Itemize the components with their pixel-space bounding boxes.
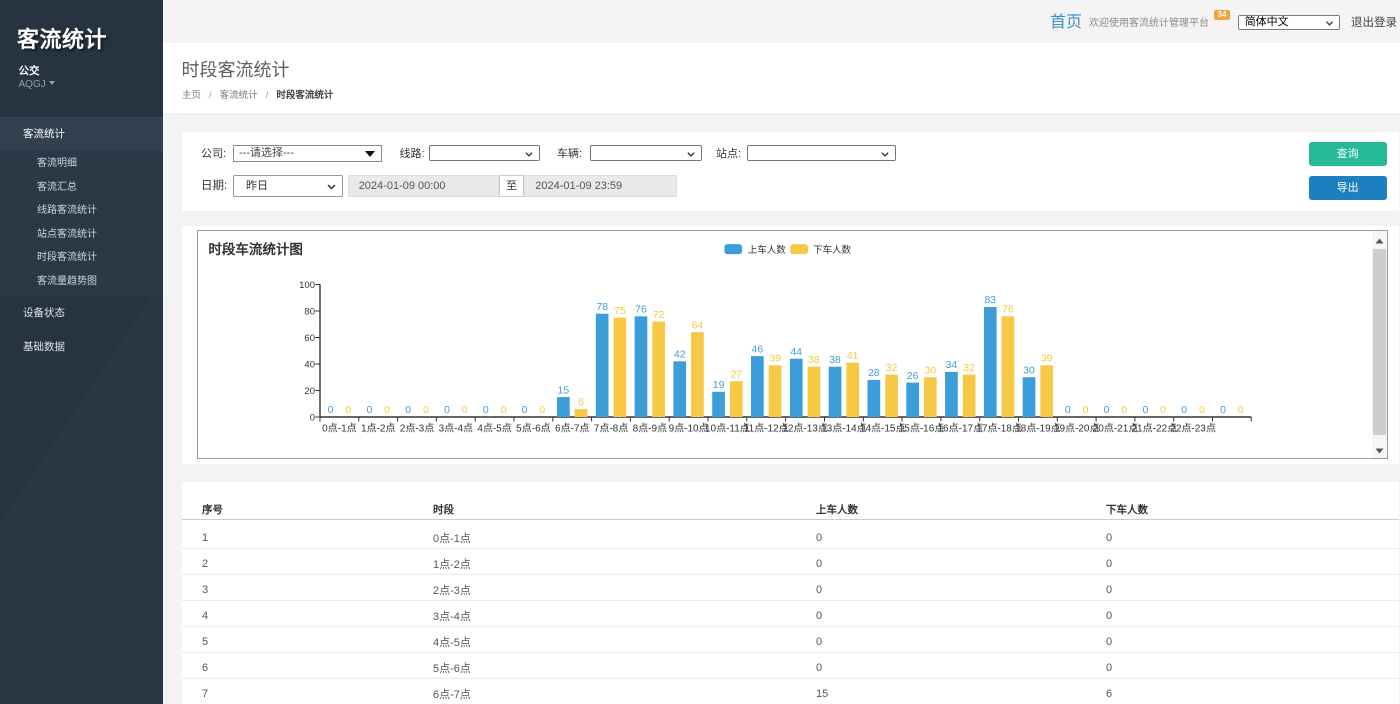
- svg-text:0: 0: [444, 404, 450, 416]
- svg-text:8点-9点: 8点-9点: [633, 423, 667, 435]
- svg-text:0: 0: [1181, 404, 1187, 416]
- svg-text:80: 80: [304, 307, 315, 318]
- svg-text:15: 15: [558, 385, 570, 397]
- svg-text:0: 0: [384, 404, 390, 416]
- svg-text:100: 100: [299, 280, 315, 291]
- svg-text:0: 0: [366, 404, 372, 416]
- svg-text:6点-7点: 6点-7点: [555, 423, 589, 435]
- svg-text:0: 0: [310, 413, 315, 424]
- svg-text:0: 0: [1220, 404, 1226, 416]
- svg-text:0点-1点: 0点-1点: [322, 423, 356, 435]
- svg-text:39: 39: [1041, 353, 1053, 365]
- svg-text:1点-2点: 1点-2点: [361, 423, 395, 435]
- svg-text:0: 0: [501, 404, 507, 416]
- svg-text:0: 0: [1104, 404, 1110, 416]
- svg-text:39: 39: [769, 353, 781, 365]
- svg-text:0: 0: [1083, 404, 1089, 416]
- svg-text:34: 34: [946, 359, 958, 371]
- svg-text:时段车流统计图: 时段车流统计图: [208, 241, 303, 257]
- svg-text:27: 27: [730, 369, 742, 381]
- svg-text:44: 44: [790, 346, 802, 358]
- svg-text:76: 76: [1002, 304, 1014, 316]
- svg-text:0: 0: [1121, 404, 1127, 416]
- svg-text:4点-5点: 4点-5点: [477, 423, 511, 435]
- svg-text:20: 20: [304, 386, 315, 397]
- svg-text:28: 28: [868, 367, 880, 379]
- svg-text:5点-6点: 5点-6点: [516, 423, 550, 435]
- svg-text:32: 32: [886, 362, 898, 374]
- svg-text:72: 72: [653, 309, 665, 321]
- svg-text:0: 0: [483, 404, 489, 416]
- svg-text:0: 0: [462, 404, 468, 416]
- svg-text:下车人数: 下车人数: [813, 244, 852, 256]
- svg-text:76: 76: [635, 304, 647, 316]
- svg-text:6: 6: [578, 396, 584, 408]
- svg-text:7点-8点: 7点-8点: [594, 423, 628, 435]
- svg-text:0: 0: [1199, 404, 1205, 416]
- svg-text:64: 64: [692, 320, 704, 332]
- svg-text:38: 38: [808, 354, 820, 366]
- svg-text:0: 0: [328, 404, 334, 416]
- svg-text:0: 0: [1160, 404, 1166, 416]
- svg-text:上车人数: 上车人数: [748, 244, 787, 256]
- svg-text:60: 60: [304, 333, 315, 344]
- svg-text:42: 42: [674, 349, 686, 361]
- svg-text:19: 19: [713, 379, 725, 391]
- svg-text:78: 78: [596, 301, 608, 313]
- svg-text:3点-4点: 3点-4点: [439, 423, 473, 435]
- svg-text:32: 32: [963, 362, 975, 374]
- svg-text:0: 0: [1238, 404, 1244, 416]
- svg-text:83: 83: [984, 294, 996, 306]
- svg-text:9点-10点: 9点-10点: [669, 423, 709, 435]
- svg-text:46: 46: [752, 344, 764, 356]
- svg-text:38: 38: [829, 354, 841, 366]
- svg-text:22点-23点: 22点-23点: [1170, 423, 1216, 435]
- svg-text:0: 0: [522, 404, 528, 416]
- svg-text:0: 0: [539, 404, 545, 416]
- svg-text:30: 30: [924, 365, 936, 377]
- svg-text:75: 75: [614, 305, 626, 317]
- svg-text:0: 0: [1142, 404, 1148, 416]
- svg-text:26: 26: [907, 370, 919, 382]
- svg-text:0: 0: [345, 404, 351, 416]
- svg-text:0: 0: [1065, 404, 1071, 416]
- svg-text:30: 30: [1023, 365, 1035, 377]
- svg-text:0: 0: [423, 404, 429, 416]
- svg-text:0: 0: [405, 404, 411, 416]
- svg-text:41: 41: [847, 350, 859, 362]
- svg-text:40: 40: [304, 360, 315, 371]
- svg-text:2点-3点: 2点-3点: [400, 423, 434, 435]
